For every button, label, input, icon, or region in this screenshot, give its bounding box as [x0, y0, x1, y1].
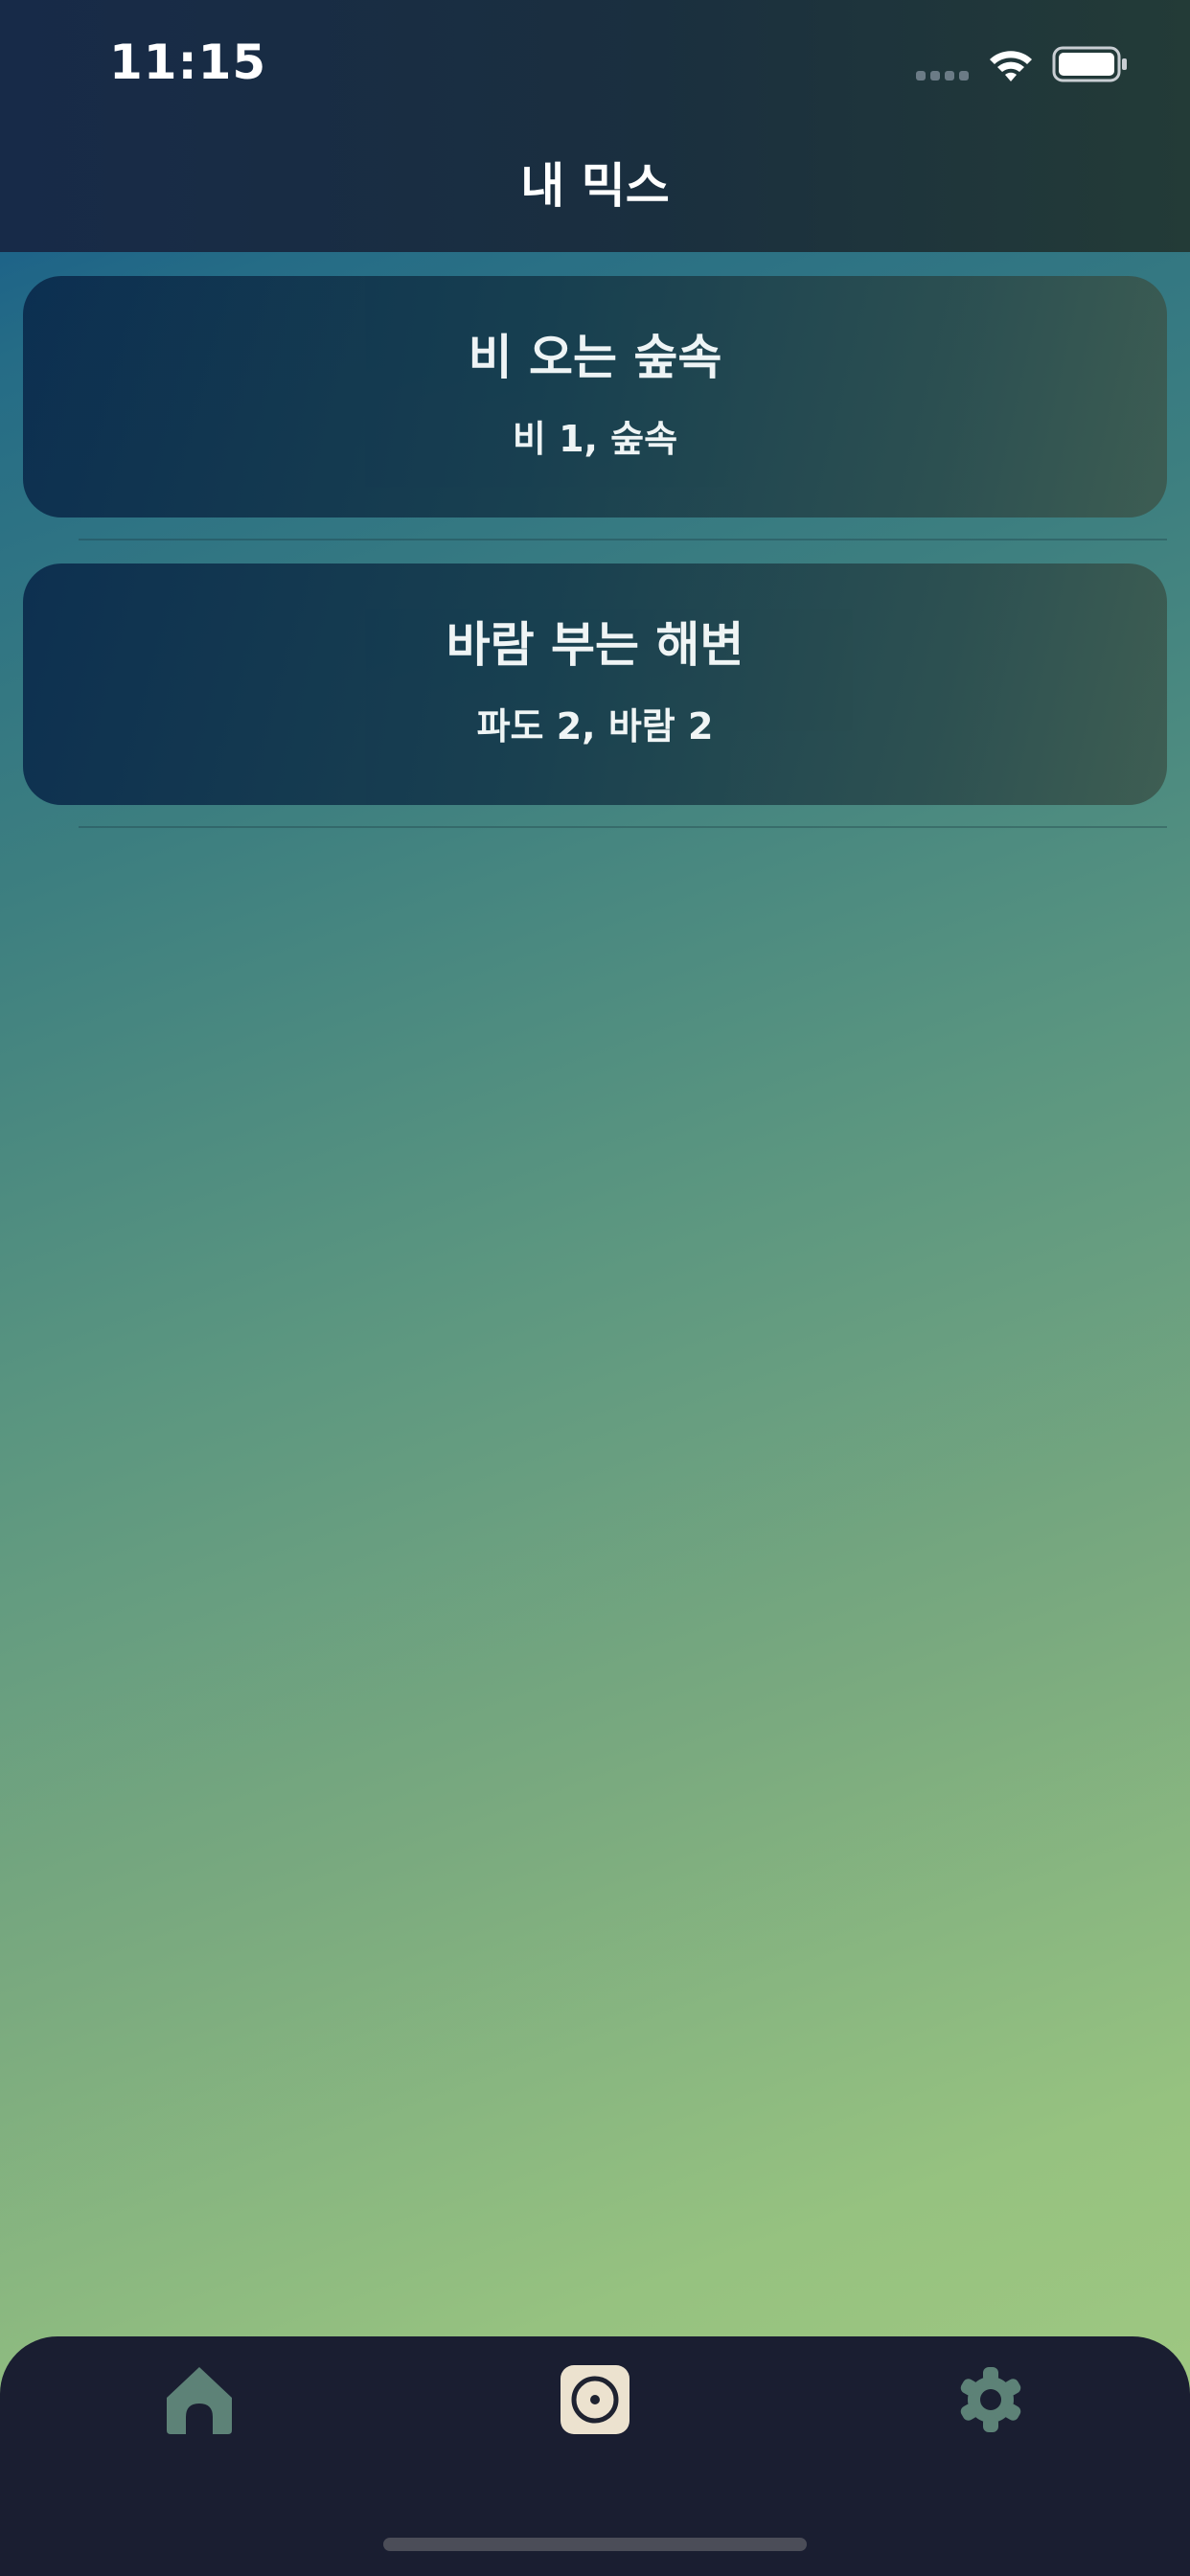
gear-icon	[960, 2367, 1021, 2432]
mix-card[interactable]: 바람 부는 해변 파도 2, 바람 2	[23, 564, 1167, 805]
cellular-signal-icon	[916, 71, 969, 80]
tab-home[interactable]	[153, 2354, 245, 2446]
mix-title: 바람 부는 해변	[446, 617, 744, 673]
mix-title: 비 오는 숲속	[468, 330, 722, 385]
mix-subtitle: 비 1, 숲속	[512, 418, 678, 460]
tab-settings[interactable]	[945, 2354, 1037, 2446]
wifi-icon	[990, 51, 1032, 81]
home-icon	[167, 2367, 232, 2434]
battery-icon	[1052, 46, 1127, 82]
disc-icon	[571, 2376, 619, 2424]
divider	[79, 539, 1167, 540]
header: 11:15 내 믹스	[0, 0, 1190, 252]
tab-selected-indicator	[561, 2365, 629, 2434]
divider	[79, 826, 1167, 828]
app-root: 11:15 내 믹스 비 오는 숲속 비 1, 숲속 바람 부는 해변 파도 2…	[0, 0, 1190, 2576]
status-time: 11:15	[109, 34, 267, 90]
mix-card[interactable]: 비 오는 숲속 비 1, 숲속	[23, 276, 1167, 518]
mix-subtitle: 파도 2, 바람 2	[476, 705, 714, 748]
tab-mixes[interactable]	[549, 2354, 641, 2446]
page-title: 내 믹스	[520, 158, 670, 214]
home-indicator	[383, 2538, 807, 2551]
